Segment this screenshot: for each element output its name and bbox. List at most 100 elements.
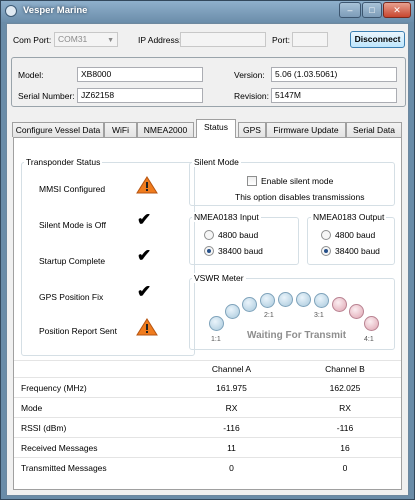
version-field: 5.06 (1.03.5061) — [271, 67, 397, 82]
table-row: Frequency (MHz) 161.975 162.025 — [14, 377, 401, 398]
table-cell: 162.025 — [289, 377, 401, 398]
table-cell: 0 — [174, 457, 289, 478]
chevron-down-icon: ▼ — [107, 37, 114, 44]
table-cell: RX — [174, 397, 289, 418]
vswr-led — [364, 316, 379, 331]
table-header-row: Channel A Channel B — [14, 360, 401, 378]
tab-status[interactable]: Status — [196, 119, 236, 138]
vswr-led — [225, 304, 240, 319]
table-cell: 11 — [174, 437, 289, 458]
disconnect-button[interactable]: Disconnect — [350, 31, 405, 48]
warning-icon — [136, 176, 158, 194]
close-button[interactable]: ✕ — [383, 2, 411, 18]
tab-firmware-update[interactable]: Firmware Update — [266, 122, 346, 137]
table-cell: RX — [289, 397, 401, 418]
nmea-input-4800-radio[interactable] — [204, 230, 214, 240]
app-window: Vesper Marine – □ ✕ Com Port: COM31 ▼ IP… — [0, 0, 415, 500]
checkmark-icon: ✔ — [137, 282, 152, 301]
table-row: RSSI (dBm) -116 -116 — [14, 417, 401, 438]
nmea-output-38400-label[interactable]: 38400 baud — [335, 246, 380, 256]
vswr-led — [242, 297, 257, 312]
vswr-led — [260, 293, 275, 308]
nmea-output-4800-label[interactable]: 4800 baud — [335, 230, 375, 240]
table-cell: Received Messages — [14, 437, 174, 458]
vswr-led — [314, 293, 329, 308]
minimize-button[interactable]: – — [339, 2, 361, 18]
table-header-cell: Channel A — [174, 360, 289, 378]
vswr-led — [296, 292, 311, 307]
ip-address-input[interactable] — [180, 32, 266, 47]
table-row: Mode RX RX — [14, 397, 401, 418]
tab-nmea2000[interactable]: NMEA2000 — [137, 122, 194, 137]
status-position-report-sent: Position Report Sent — [39, 326, 117, 336]
nmea-input-title: NMEA0183 Input — [192, 212, 261, 222]
title-bar[interactable]: Vesper Marine – □ ✕ — [1, 1, 414, 22]
serial-number-field: JZ62158 — [77, 88, 203, 103]
status-startup-complete: Startup Complete — [39, 256, 106, 266]
model-field: XB8000 — [77, 67, 203, 82]
table-cell: 0 — [289, 457, 401, 478]
silent-mode-checkbox[interactable] — [247, 176, 257, 186]
table-row: Received Messages 11 16 — [14, 437, 401, 458]
nmea-output-38400-radio[interactable] — [321, 246, 331, 256]
status-mmsi-configured: MMSI Configured — [39, 184, 106, 194]
revision-label: Revision: — [234, 91, 269, 101]
silent-mode-title: Silent Mode — [192, 157, 241, 167]
com-port-select[interactable]: COM31 ▼ — [54, 32, 118, 47]
table-cell: Frequency (MHz) — [14, 377, 174, 398]
warning-icon — [136, 318, 158, 336]
ip-address-label: IP Address: — [138, 35, 182, 45]
table-cell: Mode — [14, 397, 174, 418]
nmea-input-38400-radio[interactable] — [204, 246, 214, 256]
nmea-input-38400-label[interactable]: 38400 baud — [218, 246, 263, 256]
table-cell: RSSI (dBm) — [14, 417, 174, 438]
version-label: Version: — [234, 70, 265, 80]
vswr-led — [349, 304, 364, 319]
silent-mode-note: This option disables transmissions — [235, 192, 365, 202]
vswr-led — [278, 292, 293, 307]
port-input[interactable] — [292, 32, 328, 47]
revision-field: 5147M — [271, 88, 397, 103]
nmea-input-group — [189, 217, 299, 265]
model-label: Model: — [18, 70, 44, 80]
channel-table: Channel A Channel B Frequency (MHz) 161.… — [14, 360, 401, 478]
vswr-tick-label: 4:1 — [364, 336, 374, 343]
status-gps-position-fix: GPS Position Fix — [39, 292, 104, 302]
table-cell: -116 — [289, 417, 401, 438]
vswr-tick-label: 2:1 — [264, 312, 274, 319]
nmea-output-title: NMEA0183 Output — [311, 212, 387, 222]
transponder-status-title: Transponder Status — [24, 157, 103, 167]
table-cell: Transmitted Messages — [14, 457, 174, 478]
maximize-button[interactable]: □ — [362, 2, 382, 18]
vswr-led — [332, 297, 347, 312]
nmea-input-4800-label[interactable]: 4800 baud — [218, 230, 258, 240]
vswr-tick-label: 1:1 — [211, 336, 221, 343]
nmea-output-group — [307, 217, 395, 265]
table-cell: 16 — [289, 437, 401, 458]
window-title: Vesper Marine — [23, 5, 88, 16]
table-header-cell — [14, 360, 174, 378]
checkmark-icon: ✔ — [137, 210, 152, 229]
vswr-tick-label: 3:1 — [314, 312, 324, 319]
tab-gps[interactable]: GPS — [238, 122, 266, 137]
com-port-label: Com Port: — [13, 35, 52, 45]
table-cell: -116 — [174, 417, 289, 438]
table-row: Transmitted Messages 0 0 — [14, 457, 401, 478]
status-tab-page: Transponder Status MMSI Configured Silen… — [13, 137, 402, 490]
nmea-output-4800-radio[interactable] — [321, 230, 331, 240]
status-silent-mode: Silent Mode is Off — [39, 220, 106, 230]
app-logo-icon — [5, 5, 17, 17]
table-header-cell: Channel B — [289, 360, 401, 378]
vswr-status: Waiting For Transmit — [247, 330, 347, 341]
table-cell: 161.975 — [174, 377, 289, 398]
vswr-meter-title: VSWR Meter — [192, 273, 246, 283]
silent-mode-checkbox-label[interactable]: Enable silent mode — [261, 176, 333, 186]
port-label: Port: — [272, 35, 290, 45]
com-port-value: COM31 — [58, 34, 88, 44]
serial-number-label: Serial Number: — [18, 91, 75, 101]
tab-wifi[interactable]: WiFi — [104, 122, 137, 137]
vswr-led — [209, 316, 224, 331]
tab-serial-data[interactable]: Serial Data — [346, 122, 402, 137]
checkmark-icon: ✔ — [137, 246, 152, 265]
tab-configure-vessel-data[interactable]: Configure Vessel Data — [12, 122, 104, 137]
